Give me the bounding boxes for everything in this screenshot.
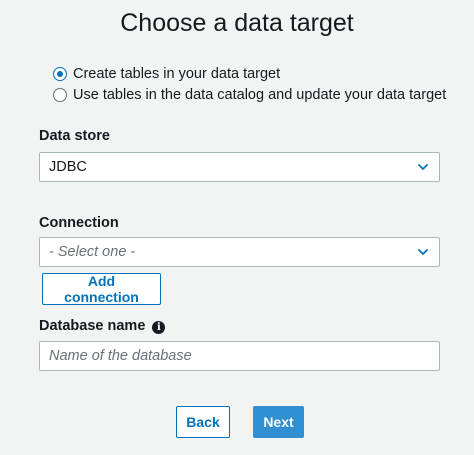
back-button[interactable]: Back [176,406,230,438]
connection-label: Connection [39,215,119,231]
info-icon[interactable]: i [152,321,166,334]
connection-select[interactable]: - Select one - [39,237,440,267]
database-name-label: Database name [39,318,146,334]
radio-button-selected[interactable] [53,67,67,81]
radio-label: Create tables in your data target [73,66,281,82]
chevron-down-icon [418,164,428,170]
radio-option-use-catalog-tables[interactable]: Use tables in the data catalog and updat… [53,87,446,103]
add-connection-button[interactable]: Add connection [42,273,161,305]
radio-label: Use tables in the data catalog and updat… [73,87,447,103]
page-title: Choose a data target [120,9,354,37]
data-store-label: Data store [39,128,110,144]
database-name-label-row: Database name i [39,318,166,334]
data-store-value: JDBC [49,159,87,175]
radio-button[interactable] [53,88,67,102]
data-store-select[interactable]: JDBC [39,152,440,182]
database-name-placeholder: Name of the database [49,348,192,364]
next-button[interactable]: Next [253,406,304,438]
database-name-input[interactable]: Name of the database [39,341,440,371]
chevron-down-icon [418,249,428,255]
connection-placeholder: - Select one - [49,244,136,260]
radio-option-create-tables[interactable]: Create tables in your data target [53,66,280,82]
